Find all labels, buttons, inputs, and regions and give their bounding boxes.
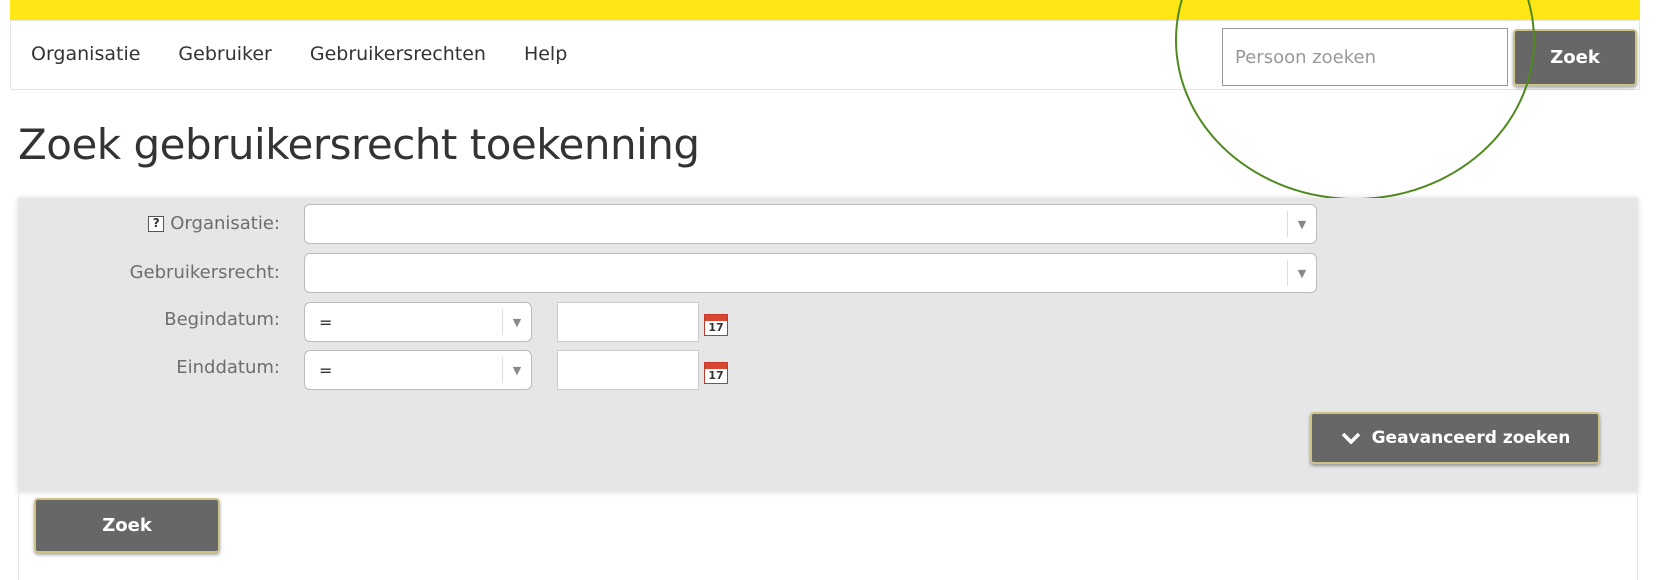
chevron-down-icon: ▼ [502,357,531,383]
einddatum-label-row: Einddatum: [176,357,280,378]
submit-search-button[interactable]: Zoek [34,498,220,553]
person-search-button[interactable]: Zoek [1513,29,1637,86]
help-icon[interactable]: ? [148,215,165,232]
begindatum-label-row: Begindatum: [164,309,280,330]
person-search-input[interactable] [1222,28,1508,86]
calendar-icon[interactable]: 17 [704,314,728,336]
nav-menu: Organisatie Gebruiker Gebruikersrechten … [31,43,567,65]
calendar-day-number: 17 [708,321,724,334]
gebruikersrecht-label-row: Gebruikersrecht: [130,262,280,283]
page-title: Zoek gebruikersrecht toekenning [18,120,700,169]
nav-item-gebruiker[interactable]: Gebruiker [178,43,271,65]
einddatum-operator-value: = [319,360,333,380]
advanced-search-label: Geavanceerd zoeken [1371,428,1571,448]
begindatum-date-input[interactable] [557,302,699,342]
begindatum-label: Begindatum: [164,309,280,330]
einddatum-label: Einddatum: [176,357,280,378]
begindatum-operator-select[interactable]: = ▼ [304,302,532,342]
form-actions-area [18,492,1638,580]
organisatie-label: Organisatie: [170,213,280,234]
gebruikersrecht-select[interactable]: ▼ [304,253,1317,293]
organisatie-select[interactable]: ▼ [304,204,1317,244]
chevron-down-icon [1341,432,1360,445]
begindatum-operator-value: = [319,312,333,332]
einddatum-operator-select[interactable]: = ▼ [304,350,532,390]
chevron-down-icon: ▼ [1287,211,1316,237]
nav-item-gebruikersrechten[interactable]: Gebruikersrechten [310,43,486,65]
advanced-search-button[interactable]: Geavanceerd zoeken [1310,412,1600,464]
calendar-icon[interactable]: 17 [704,362,728,384]
gebruikersrecht-label: Gebruikersrecht: [129,262,280,283]
calendar-day-number: 17 [708,369,724,382]
organisatie-label-row: ? Organisatie: [148,213,280,234]
chevron-down-icon: ▼ [1287,260,1316,286]
nav-item-help[interactable]: Help [524,43,567,65]
einddatum-date-input[interactable] [557,350,699,390]
nav-item-organisatie[interactable]: Organisatie [31,43,140,65]
chevron-down-icon: ▼ [502,309,531,335]
brand-top-bar [10,0,1640,20]
